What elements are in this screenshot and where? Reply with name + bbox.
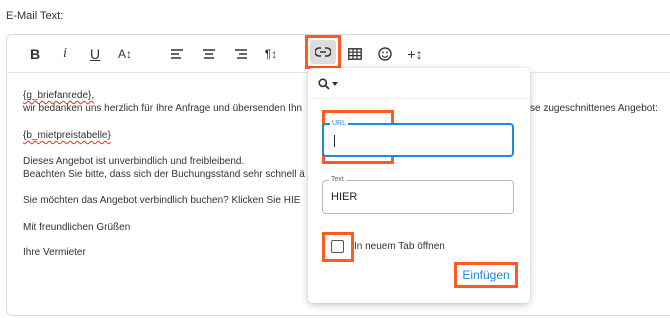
- new-tab-checkbox[interactable]: [331, 240, 344, 253]
- align-center-button[interactable]: [199, 41, 219, 67]
- table-icon: [348, 48, 362, 60]
- underline-button[interactable]: U: [85, 41, 105, 67]
- search-icon: [318, 78, 330, 90]
- insert-more-button[interactable]: +↕: [405, 41, 425, 67]
- paragraph-format-button[interactable]: ¶↕: [261, 41, 281, 67]
- align-right-icon: [235, 49, 247, 59]
- url-input[interactable]: [332, 133, 502, 149]
- bold-button[interactable]: B: [25, 41, 45, 67]
- content-line-tail: se zugeschnittenes Angebot:: [530, 103, 658, 114]
- content-line: Beachten Sie bitte, dass sich der Buchun…: [23, 169, 305, 180]
- text-field: Text: [322, 175, 514, 214]
- align-center-icon: [203, 49, 215, 59]
- placeholder-briefanrede: {g_briefanrede},: [23, 90, 95, 101]
- align-right-button[interactable]: [231, 41, 251, 67]
- content-line: Sie möchten das Angebot verbindlich buch…: [23, 195, 301, 206]
- text-input[interactable]: [331, 189, 501, 205]
- insert-link-submit-button[interactable]: Einfügen: [454, 262, 518, 288]
- link-icon: [315, 47, 331, 57]
- font-size-button[interactable]: A↕: [115, 41, 135, 67]
- content-line: Mit freundlichen Grüßen: [23, 222, 131, 233]
- align-left-icon: [171, 49, 183, 59]
- content-line: wir bedanken uns herzlich für Ihre Anfra…: [23, 103, 303, 114]
- italic-button[interactable]: i: [55, 41, 75, 67]
- insert-link-button[interactable]: [305, 35, 341, 69]
- new-tab-label: In neuem Tab öffnen: [354, 241, 445, 252]
- content-line: Dieses Angebot ist unverbindlich und fre…: [23, 156, 245, 167]
- text-cursor: [334, 135, 335, 147]
- link-search-button[interactable]: [318, 74, 338, 94]
- url-field: URL: [322, 119, 514, 157]
- align-left-button[interactable]: [167, 41, 187, 67]
- placeholder-mietpreistabelle: {b_mietpreistabelle}: [23, 130, 111, 141]
- url-field-label: URL: [330, 119, 349, 129]
- text-field-label: Text: [329, 175, 346, 185]
- email-text-label: E-Mail Text:: [6, 10, 64, 22]
- chevron-down-icon: [332, 82, 338, 86]
- insert-table-button[interactable]: [345, 41, 365, 67]
- content-line: Ihre Vermieter: [23, 247, 86, 258]
- insert-link-dialog: URL Text In neuem Tab öffnen Einfügen: [308, 68, 530, 303]
- smiley-icon: [378, 47, 392, 61]
- insert-emoji-button[interactable]: [375, 41, 395, 67]
- divider: [308, 98, 530, 99]
